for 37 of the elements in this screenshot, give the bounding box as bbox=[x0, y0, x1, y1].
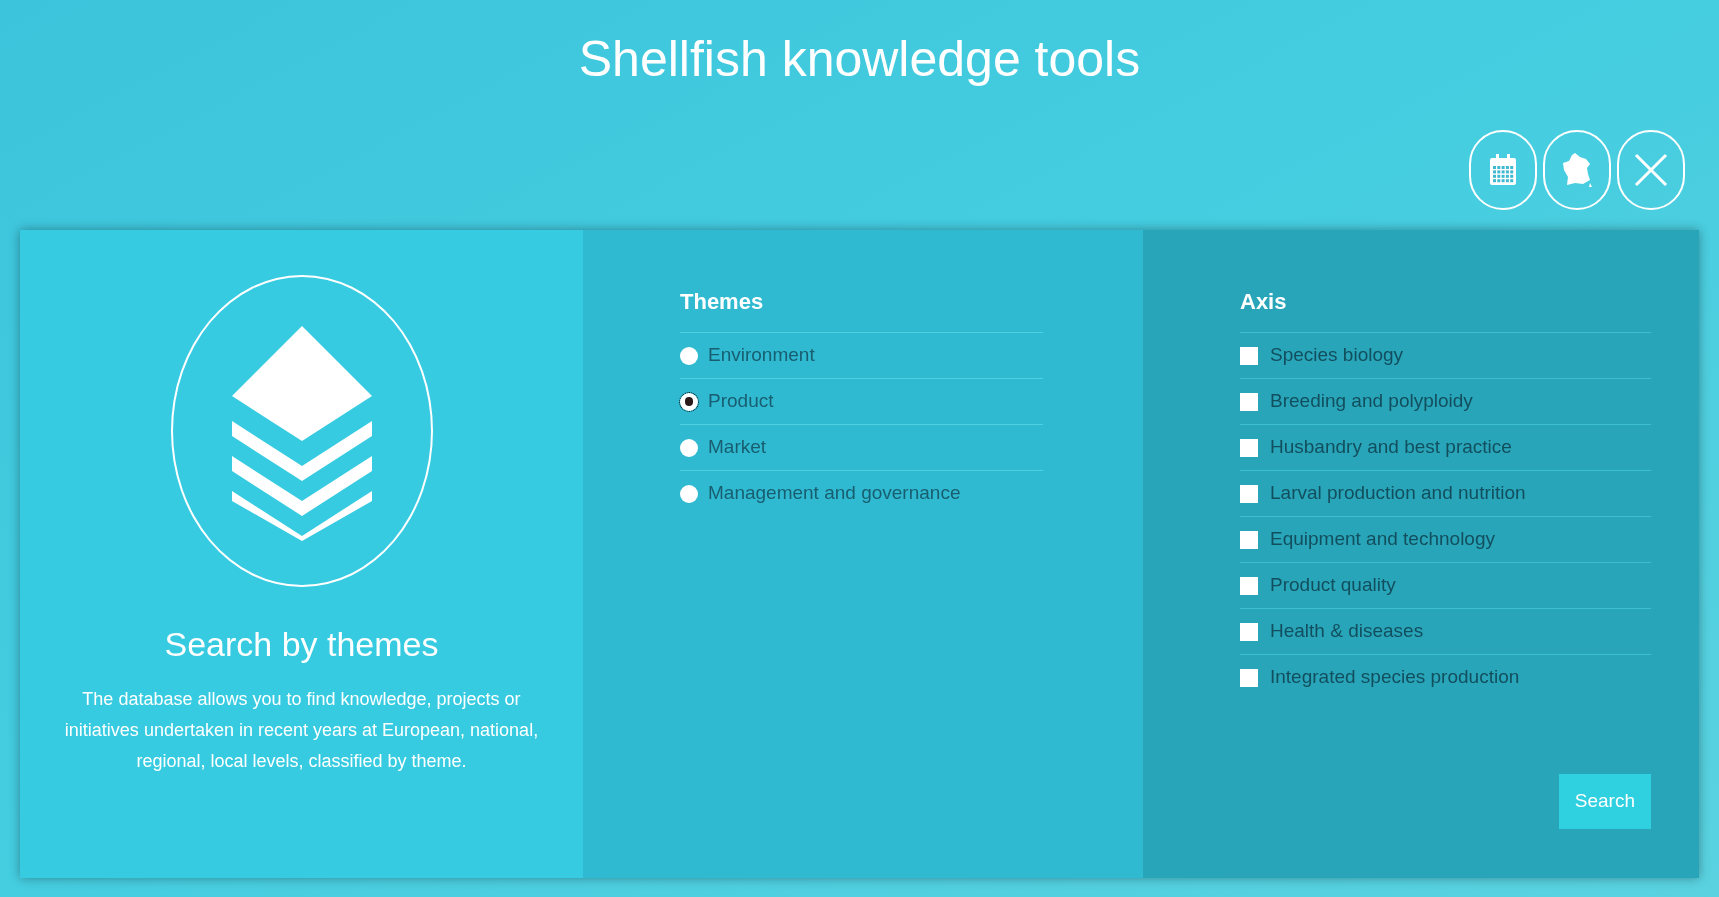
checkbox[interactable] bbox=[1240, 668, 1258, 687]
checkbox-label: Health & diseases bbox=[1270, 619, 1424, 644]
checkbox-label: Equipment and technology bbox=[1270, 527, 1495, 552]
radio-label: Management and governance bbox=[708, 481, 961, 506]
search-button[interactable]: Search bbox=[1558, 774, 1651, 829]
themes-title: Themes bbox=[680, 288, 765, 316]
checkbox-label: Husbandry and best practice bbox=[1270, 435, 1512, 460]
checkbox-label: Species biology bbox=[1270, 343, 1404, 368]
page-title: Shellfish knowledge tools bbox=[578, 30, 1141, 89]
close-icon bbox=[1633, 152, 1669, 188]
checkbox-label: Product quality bbox=[1270, 573, 1396, 598]
checkbox[interactable] bbox=[1240, 438, 1258, 457]
radio-label: Product bbox=[708, 389, 774, 414]
checkbox[interactable] bbox=[1240, 530, 1258, 549]
toolbar-button[interactable] bbox=[1469, 130, 1537, 210]
radio-label: Environment bbox=[708, 343, 815, 368]
radio-button[interactable] bbox=[680, 438, 698, 457]
checkbox[interactable] bbox=[1240, 346, 1258, 365]
map-icon bbox=[1561, 152, 1593, 188]
checkbox[interactable] bbox=[1240, 576, 1258, 595]
radio-label: Market bbox=[708, 435, 767, 460]
toolbar-button[interactable] bbox=[1543, 130, 1611, 210]
radio-button[interactable] bbox=[680, 484, 698, 503]
radio-button[interactable] bbox=[680, 392, 698, 411]
checkbox-label: Integrated species production bbox=[1270, 665, 1520, 690]
checkbox-label: Larval production and nutrition bbox=[1270, 481, 1526, 506]
intro-description: The database allows you to find knowledge, projects or initiatives undertaken in recent years at European, national, regional, local levels, classified by theme. bbox=[63, 688, 540, 773]
checkbox-label: Breeding and polyploidy bbox=[1270, 389, 1473, 414]
intro-title: Search by themes bbox=[164, 624, 439, 665]
checkbox[interactable] bbox=[1240, 392, 1258, 411]
calendar-icon bbox=[1488, 153, 1518, 187]
checkbox[interactable] bbox=[1240, 484, 1258, 503]
toolbar-button[interactable] bbox=[1617, 130, 1685, 210]
layers-icon bbox=[170, 275, 433, 587]
axis-title: Axis bbox=[1240, 288, 1288, 316]
checkbox[interactable] bbox=[1240, 622, 1258, 641]
radio-button[interactable] bbox=[680, 346, 698, 365]
